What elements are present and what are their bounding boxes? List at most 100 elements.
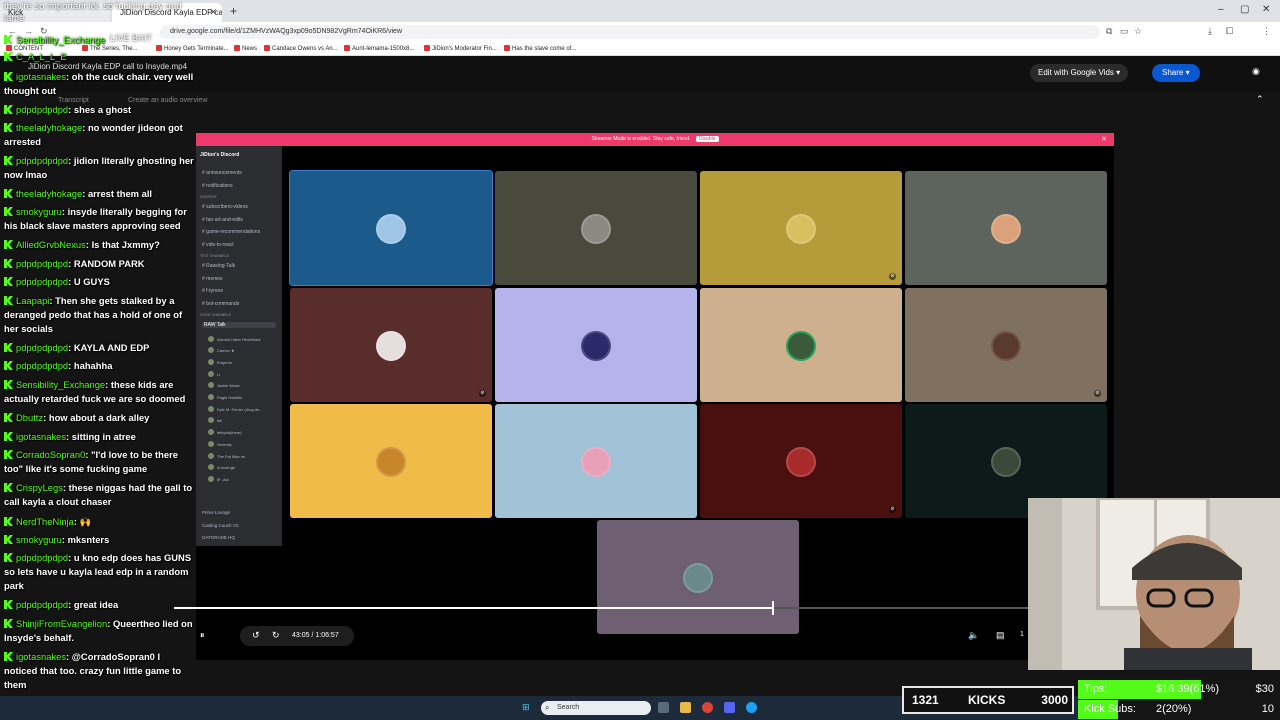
participant-tile[interactable]	[289, 170, 493, 286]
bookmark-item[interactable]: Candace Owens vs An...	[264, 45, 338, 52]
chat-username[interactable]: smokyguru	[16, 534, 62, 545]
menu-icon[interactable]: ⋮	[1262, 26, 1271, 37]
participant-tile[interactable]	[700, 288, 902, 402]
disable-streamer-mode-button[interactable]: Disable	[695, 136, 719, 142]
bookmark-item[interactable]: Has the slave come of...	[504, 45, 576, 52]
chat-username[interactable]: Sensibility_Exchange	[16, 34, 105, 45]
participant-tile[interactable]	[597, 520, 799, 634]
share-button[interactable]: Share ▾	[1152, 64, 1200, 82]
channel-category[interactable]: VOICE CHANNELS	[200, 313, 231, 317]
install-icon[interactable]: ⧉	[1106, 26, 1112, 37]
close-window-button[interactable]: ✕	[1262, 4, 1270, 15]
channel-item[interactable]: # announcements	[202, 170, 242, 176]
forward-10-icon[interactable]: ↻	[272, 630, 280, 641]
channel-item[interactable]: # subscribers-videos	[202, 204, 248, 210]
chat-username[interactable]: pdpdpdpdpd	[16, 276, 68, 287]
pause-icon[interactable]: ⏸	[200, 630, 205, 641]
seek-bar[interactable]	[174, 601, 1028, 615]
chat-username[interactable]: theeladyhokage	[16, 122, 82, 133]
close-icon[interactable]: ✕	[1101, 135, 1107, 143]
participant-tile[interactable]	[905, 171, 1107, 285]
file-explorer-icon[interactable]	[680, 702, 691, 713]
channel-category[interactable]: TEXT CHANNELS	[200, 254, 229, 258]
chat-username[interactable]: AlliedGrvbNexus	[16, 239, 86, 250]
chat-username[interactable]: C_A_L_L_E	[16, 51, 67, 62]
new-tab-button[interactable]: +	[230, 4, 237, 18]
voice-user[interactable]: tell	[208, 417, 222, 423]
voice-user[interactable]: Alcohol Hater Redefined	[208, 336, 260, 342]
chat-username[interactable]: pdpdpdpdpd	[16, 552, 68, 563]
voice-user[interactable]: Paghi Haddito	[208, 394, 242, 400]
maximize-button[interactable]: ▢	[1240, 4, 1249, 15]
participant-tile[interactable]: ⊘	[700, 171, 902, 285]
voice-user[interactable]: lethyda(them)	[208, 429, 241, 435]
chat-username[interactable]: Sensibility_Exchange	[16, 379, 105, 390]
app-icon[interactable]	[746, 702, 757, 713]
url-field[interactable]: drive.google.com/file/d/1ZMHVzWAQg3xp09o…	[160, 25, 1100, 39]
chat-username[interactable]: CorradoSopran0	[16, 449, 85, 460]
discord-icon[interactable]	[724, 702, 735, 713]
collapse-icon[interactable]: ⌃	[1256, 94, 1264, 105]
voice-user[interactable]: Emperio	[208, 359, 232, 365]
chat-username[interactable]: smokyguru	[16, 206, 62, 217]
participant-tile[interactable]	[495, 288, 697, 402]
participant-tile[interactable]	[495, 171, 697, 285]
voice-channel-item[interactable]: GATORADE HQ	[202, 535, 235, 540]
participant-tile[interactable]: ⊘	[700, 404, 902, 518]
edit-with-vids-button[interactable]: Edit with Google Vids ▾	[1030, 64, 1129, 82]
participant-tile[interactable]: ⊘	[905, 288, 1107, 402]
participant-tile[interactable]: ⊘	[290, 288, 492, 402]
voice-channel-item[interactable]: Prime Lounge	[202, 510, 230, 515]
chat-username[interactable]: CrispyLegs	[16, 482, 63, 493]
bookmark-item[interactable]: JiDion's Moderator Fin...	[424, 45, 497, 52]
chat-username[interactable]: pdpdpdpdpd	[16, 104, 68, 115]
cast-icon[interactable]: ▭	[1120, 26, 1129, 37]
voice-user[interactable]: $*..Aio	[208, 476, 229, 482]
minimize-button[interactable]: –	[1218, 4, 1224, 15]
voice-user[interactable]: Jackie Music	[208, 382, 240, 388]
voice-user[interactable]: The Fat Man ns	[208, 453, 245, 459]
channel-item[interactable]: # notifications	[202, 183, 233, 189]
task-view-icon[interactable]	[658, 702, 669, 713]
voice-user[interactable]: Cameo ★	[208, 347, 235, 353]
chat-username[interactable]: Laapapi	[16, 295, 49, 306]
chat-username[interactable]: pdpdpdpdpd	[16, 258, 68, 269]
chat-username[interactable]: pdpdpdpdpd	[16, 342, 68, 353]
channel-item[interactable]: RAW Talk	[202, 322, 276, 328]
channel-item[interactable]: # vids-to-react	[202, 242, 234, 248]
channel-item[interactable]: # fan-art-and-edits	[202, 217, 243, 223]
server-name[interactable]: JiDion's Discord	[200, 152, 239, 158]
volume-icon[interactable]: 🔈	[968, 630, 979, 641]
chat-username[interactable]: igotasnakes	[16, 431, 66, 442]
voice-user[interactable]: Kyle M. Ferrier (drug de...	[208, 406, 263, 412]
download-icon[interactable]: ⤓	[1208, 26, 1212, 37]
participant-tile[interactable]	[290, 404, 492, 518]
channel-item[interactable]: # bot-commands	[202, 301, 239, 307]
seek-handle[interactable]	[772, 601, 774, 615]
voice-user[interactable]: Li	[208, 371, 220, 377]
taskbar-search[interactable]: Search	[541, 701, 651, 715]
chat-username[interactable]: ShinjiFromEvangelion	[16, 618, 107, 629]
chat-username[interactable]: pdpdpdpdpd	[16, 360, 68, 371]
account-avatar[interactable]: ◉	[1252, 66, 1260, 77]
channel-item[interactable]: # memes	[202, 276, 223, 282]
voice-user[interactable]: A revenge	[208, 464, 235, 470]
chat-username[interactable]: igotasnakes	[16, 651, 66, 662]
chat-username[interactable]: pdpdpdpdpd	[16, 599, 68, 610]
channel-item[interactable]: # game-recommendations	[202, 229, 260, 235]
bookmark-item[interactable]: News	[234, 45, 257, 52]
windows-start-icon[interactable]: ⊞	[522, 702, 530, 713]
bookmark-item[interactable]: Aunt-lemama-1500x8...	[344, 45, 414, 52]
chat-username[interactable]: NerdTheNinja	[16, 516, 74, 527]
star-icon[interactable]: ☆	[1134, 26, 1142, 37]
chrome-icon[interactable]	[702, 702, 713, 713]
voice-channel-item[interactable]: Casting Couch VC	[202, 523, 239, 528]
voice-user[interactable]: Serenity	[208, 441, 232, 447]
extensions-icon[interactable]: ⧠	[1226, 26, 1233, 37]
channel-item[interactable]: # f-tyrone	[202, 288, 223, 294]
chat-username[interactable]: pdpdpdpdpd	[16, 155, 68, 166]
channel-category[interactable]: CONTENT	[200, 195, 217, 199]
captions-icon[interactable]: ▤	[996, 630, 1005, 641]
chat-username[interactable]: igotasnakes	[16, 71, 66, 82]
channel-item[interactable]: # Rawdog-Talk	[202, 263, 235, 269]
